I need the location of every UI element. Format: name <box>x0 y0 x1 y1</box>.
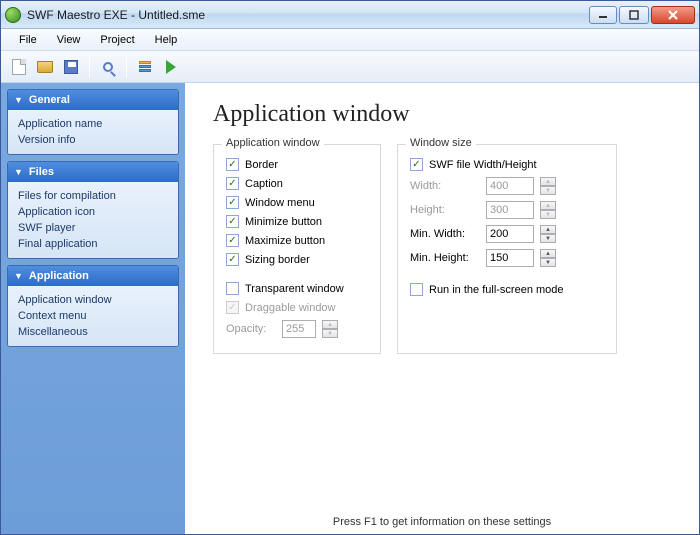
sidebar-item-files-compile[interactable]: Files for compilation <box>18 188 168 204</box>
sidebar-item-app-icon[interactable]: Application icon <box>18 204 168 220</box>
checkbox-label: SWF file Width/Height <box>429 159 537 171</box>
play-icon <box>166 60 176 74</box>
window-title: SWF Maestro EXE - Untitled.sme <box>27 8 589 22</box>
sidebar-header-general[interactable]: ▼ General <box>8 90 178 110</box>
spin-up-button: ▲ <box>540 177 556 186</box>
sidebar-header-files[interactable]: ▼ Files <box>8 162 178 182</box>
sidebar: ▼ General Application name Version info … <box>1 83 185 534</box>
opacity-input: 255 <box>282 320 316 338</box>
width-input: 400 <box>486 177 534 195</box>
min-width-input[interactable]: 200 <box>486 225 534 243</box>
new-file-icon <box>12 59 26 75</box>
checkbox-label: Transparent window <box>245 283 344 295</box>
sidebar-item-app-name[interactable]: Application name <box>18 116 168 132</box>
spin-up-button: ▲ <box>540 201 556 210</box>
run-button[interactable] <box>159 55 183 79</box>
save-button[interactable] <box>59 55 83 79</box>
checkbox-label: Caption <box>245 178 283 190</box>
toolbar-separator <box>126 56 127 78</box>
opacity-label: Opacity: <box>226 323 276 335</box>
sidebar-header-application[interactable]: ▼ Application <box>8 266 178 286</box>
spin-up-button[interactable]: ▲ <box>540 249 556 258</box>
sidebar-panel-application: ▼ Application Application window Context… <box>7 265 179 347</box>
menu-help[interactable]: Help <box>145 32 188 48</box>
checkbox-window-menu[interactable]: ✓ <box>226 196 239 209</box>
checkbox-caption[interactable]: ✓ <box>226 177 239 190</box>
close-window-button[interactable] <box>651 6 695 24</box>
content-area: Application window Application window ✓ B… <box>185 83 699 534</box>
open-folder-icon <box>37 61 53 73</box>
height-input: 300 <box>486 201 534 219</box>
spin-down-button: ▼ <box>322 329 338 338</box>
page-title: Application window <box>213 101 679 128</box>
height-label: Height: <box>410 204 480 216</box>
min-height-input[interactable]: 150 <box>486 249 534 267</box>
checkbox-label: Draggable window <box>245 302 336 314</box>
checkbox-border[interactable]: ✓ <box>226 158 239 171</box>
sidebar-panel-general: ▼ General Application name Version info <box>7 89 179 155</box>
checkbox-label: Border <box>245 159 278 171</box>
checkbox-label: Window menu <box>245 197 315 209</box>
groupbox-title: Window size <box>406 137 476 149</box>
maximize-window-button[interactable] <box>619 6 649 24</box>
spin-down-button[interactable]: ▼ <box>540 234 556 243</box>
sidebar-item-app-window[interactable]: Application window <box>18 292 168 308</box>
preview-button[interactable] <box>96 55 120 79</box>
chevron-down-icon: ▼ <box>14 271 23 281</box>
checkbox-label: Sizing border <box>245 254 310 266</box>
min-height-label: Min. Height: <box>410 252 480 264</box>
checkbox-label: Maximize button <box>245 235 325 247</box>
spin-up-button[interactable]: ▲ <box>540 225 556 234</box>
checkbox-fullscreen[interactable]: ✓ <box>410 283 423 296</box>
spin-down-button[interactable]: ▼ <box>540 258 556 267</box>
checkbox-swf-wh[interactable]: ✓ <box>410 158 423 171</box>
sidebar-item-swf-player[interactable]: SWF player <box>18 220 168 236</box>
checkbox-transparent[interactable]: ✓ <box>226 282 239 295</box>
open-button[interactable] <box>33 55 57 79</box>
sidebar-item-context-menu[interactable]: Context menu <box>18 308 168 324</box>
menu-file[interactable]: File <box>9 32 47 48</box>
spin-down-button: ▼ <box>540 210 556 219</box>
spin-down-button: ▼ <box>540 186 556 195</box>
checkbox-sizing-border[interactable]: ✓ <box>226 253 239 266</box>
sidebar-header-label: Files <box>29 166 54 178</box>
checkbox-label: Minimize button <box>245 216 322 228</box>
width-label: Width: <box>410 180 480 192</box>
window-titlebar: SWF Maestro EXE - Untitled.sme <box>1 1 699 29</box>
min-width-label: Min. Width: <box>410 228 480 240</box>
sidebar-item-final-app[interactable]: Final application <box>18 236 168 252</box>
minimize-window-button[interactable] <box>589 6 617 24</box>
checkbox-draggable: ✓ <box>226 301 239 314</box>
sidebar-header-label: Application <box>29 270 89 282</box>
groupbox-window-size: Window size ✓SWF file Width/Height Width… <box>397 144 617 354</box>
chevron-down-icon: ▼ <box>14 95 23 105</box>
groupbox-app-window: Application window ✓Border ✓Caption ✓Win… <box>213 144 381 354</box>
sidebar-item-misc[interactable]: Miscellaneous <box>18 324 168 340</box>
compile-button[interactable] <box>133 55 157 79</box>
toolbar-separator <box>89 56 90 78</box>
groupbox-title: Application window <box>222 137 324 149</box>
spin-up-button: ▲ <box>322 320 338 329</box>
magnifier-icon <box>103 62 113 72</box>
sidebar-item-version[interactable]: Version info <box>18 132 168 148</box>
new-button[interactable] <box>7 55 31 79</box>
checkbox-label: Run in the full-screen mode <box>429 284 564 296</box>
toolbar <box>1 51 699 83</box>
chevron-down-icon: ▼ <box>14 167 23 177</box>
sidebar-header-label: General <box>29 94 70 106</box>
checkbox-maximize[interactable]: ✓ <box>226 234 239 247</box>
save-disk-icon <box>64 60 78 74</box>
menu-project[interactable]: Project <box>90 32 144 48</box>
menu-view[interactable]: View <box>47 32 91 48</box>
menubar: File View Project Help <box>1 29 699 51</box>
sidebar-panel-files: ▼ Files Files for compilation Applicatio… <box>7 161 179 259</box>
status-hint: Press F1 to get information on these set… <box>185 516 699 528</box>
stack-icon <box>139 61 151 72</box>
checkbox-minimize[interactable]: ✓ <box>226 215 239 228</box>
app-icon <box>5 7 21 23</box>
